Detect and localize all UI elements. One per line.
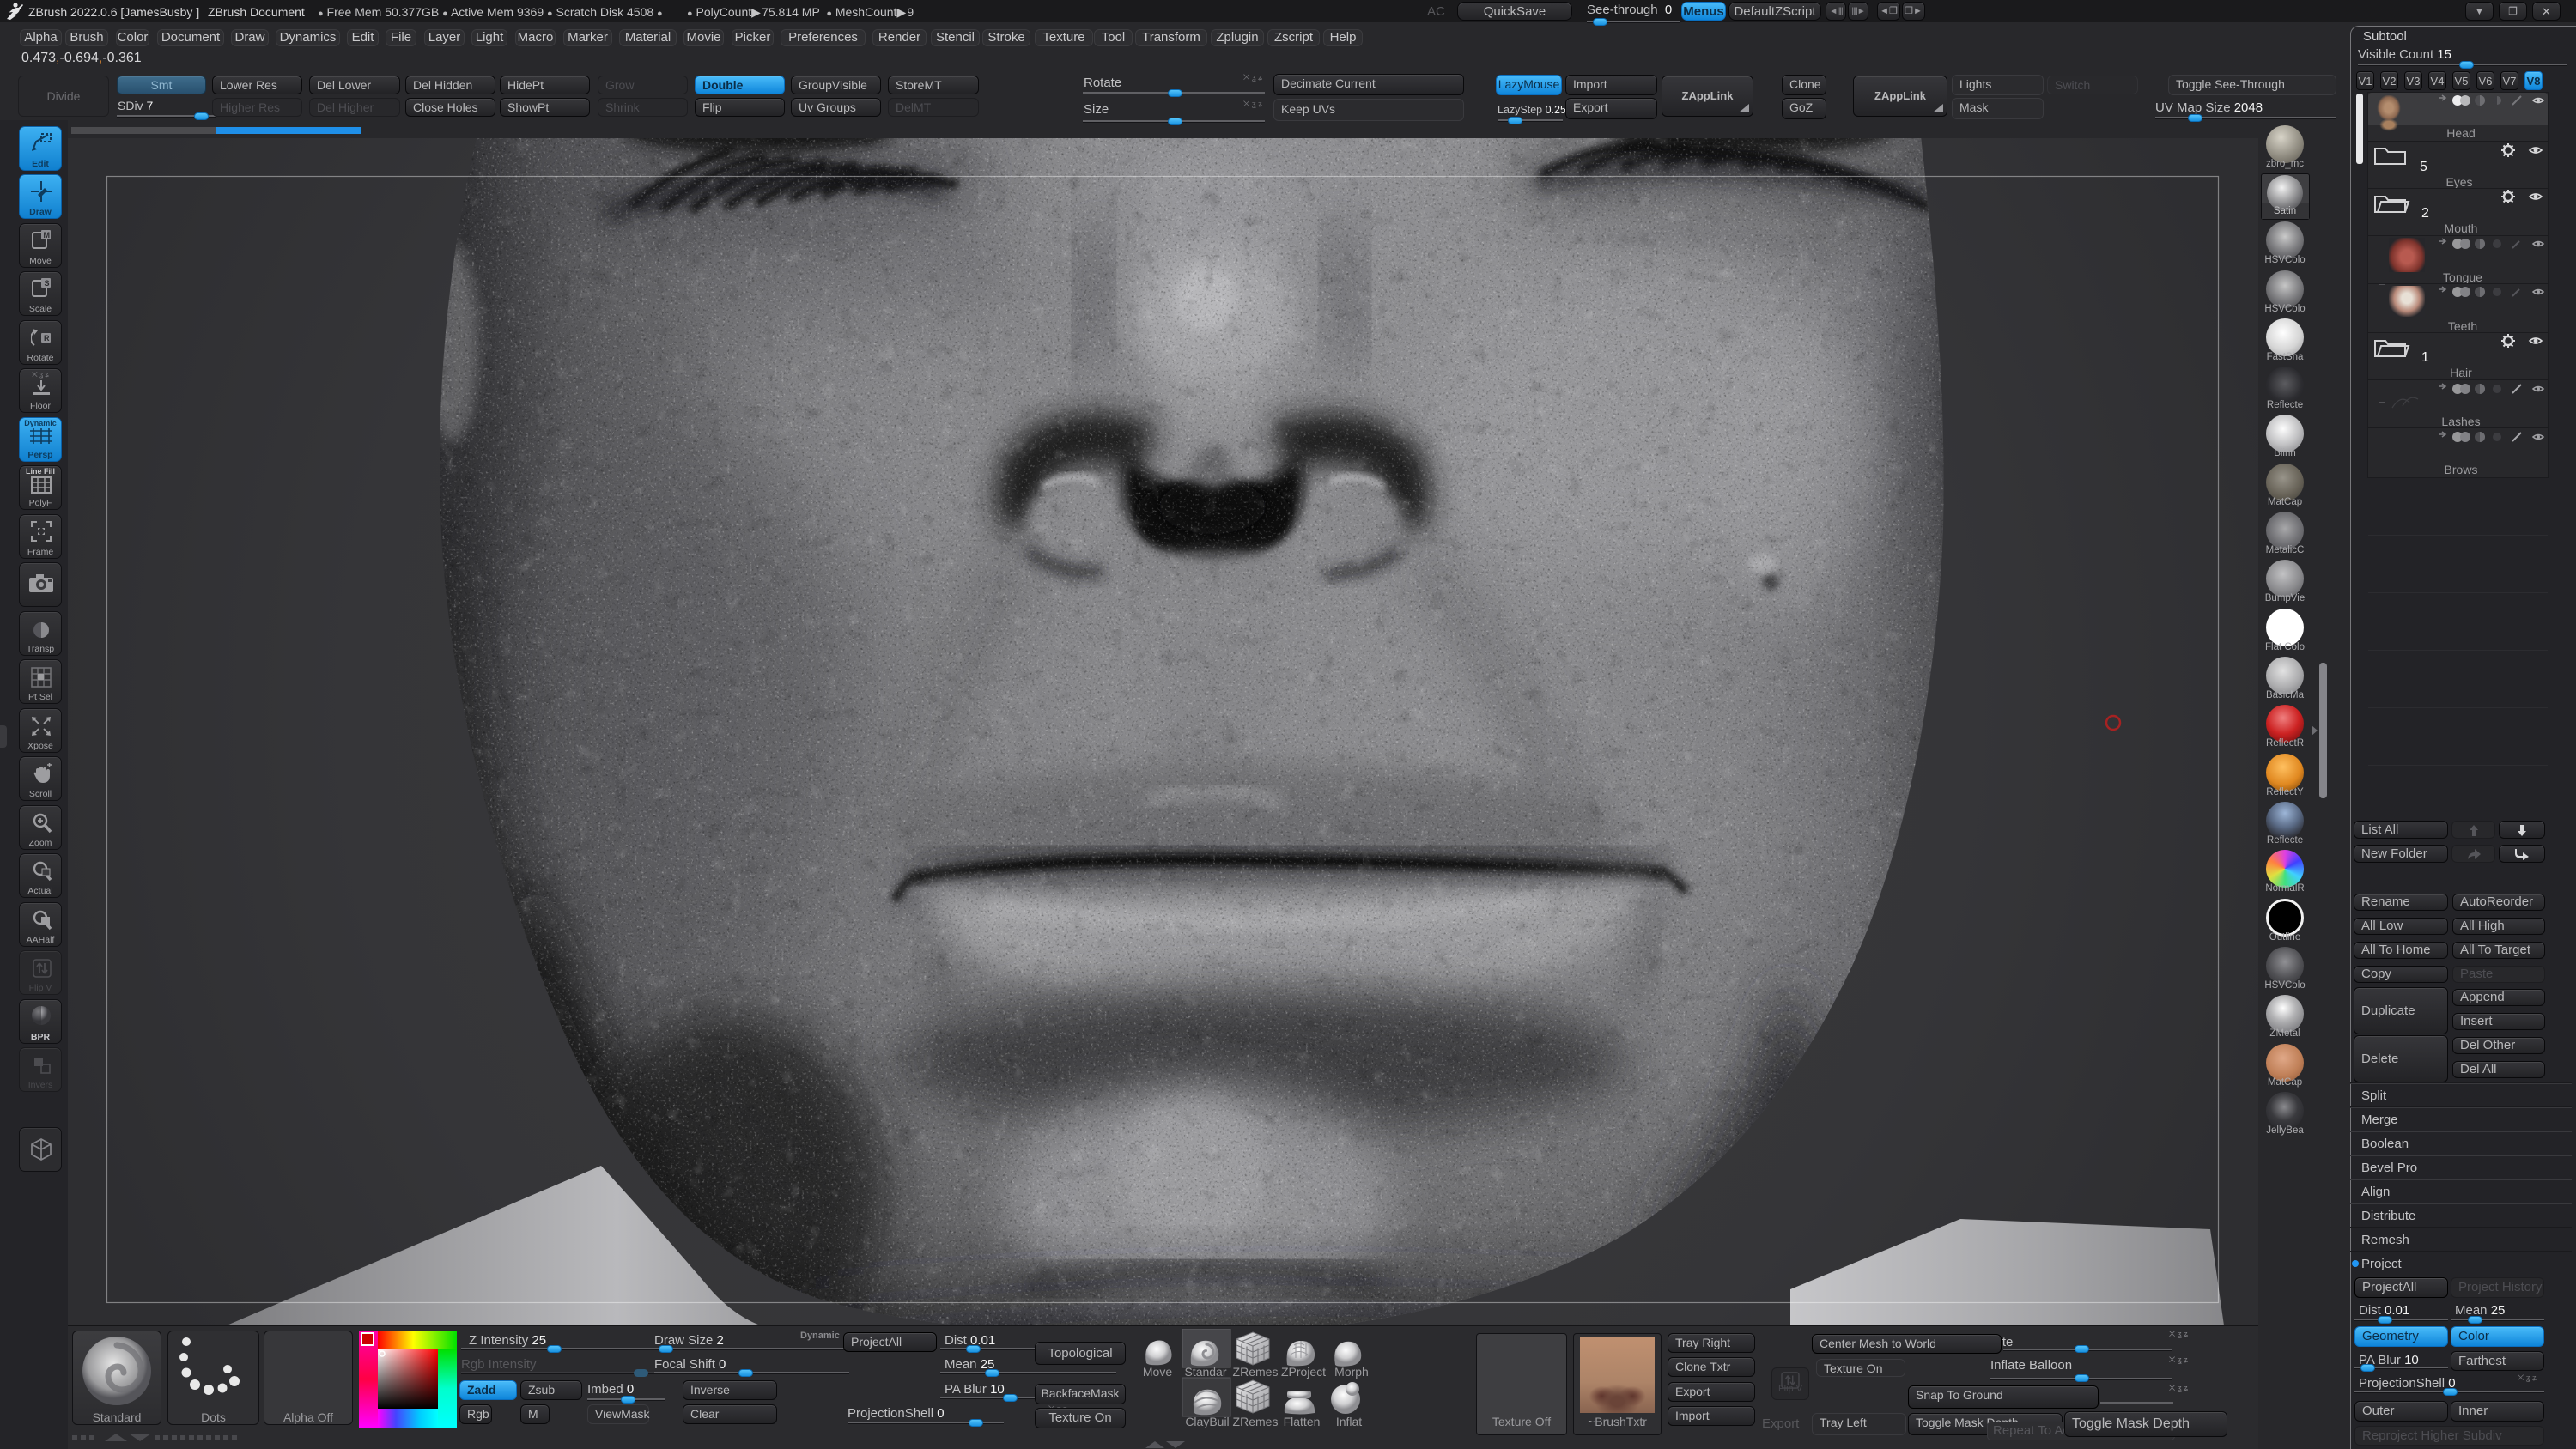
svg-text:M: M (44, 231, 51, 239)
svg-text:R: R (44, 334, 50, 343)
svg-text:S: S (45, 279, 50, 288)
